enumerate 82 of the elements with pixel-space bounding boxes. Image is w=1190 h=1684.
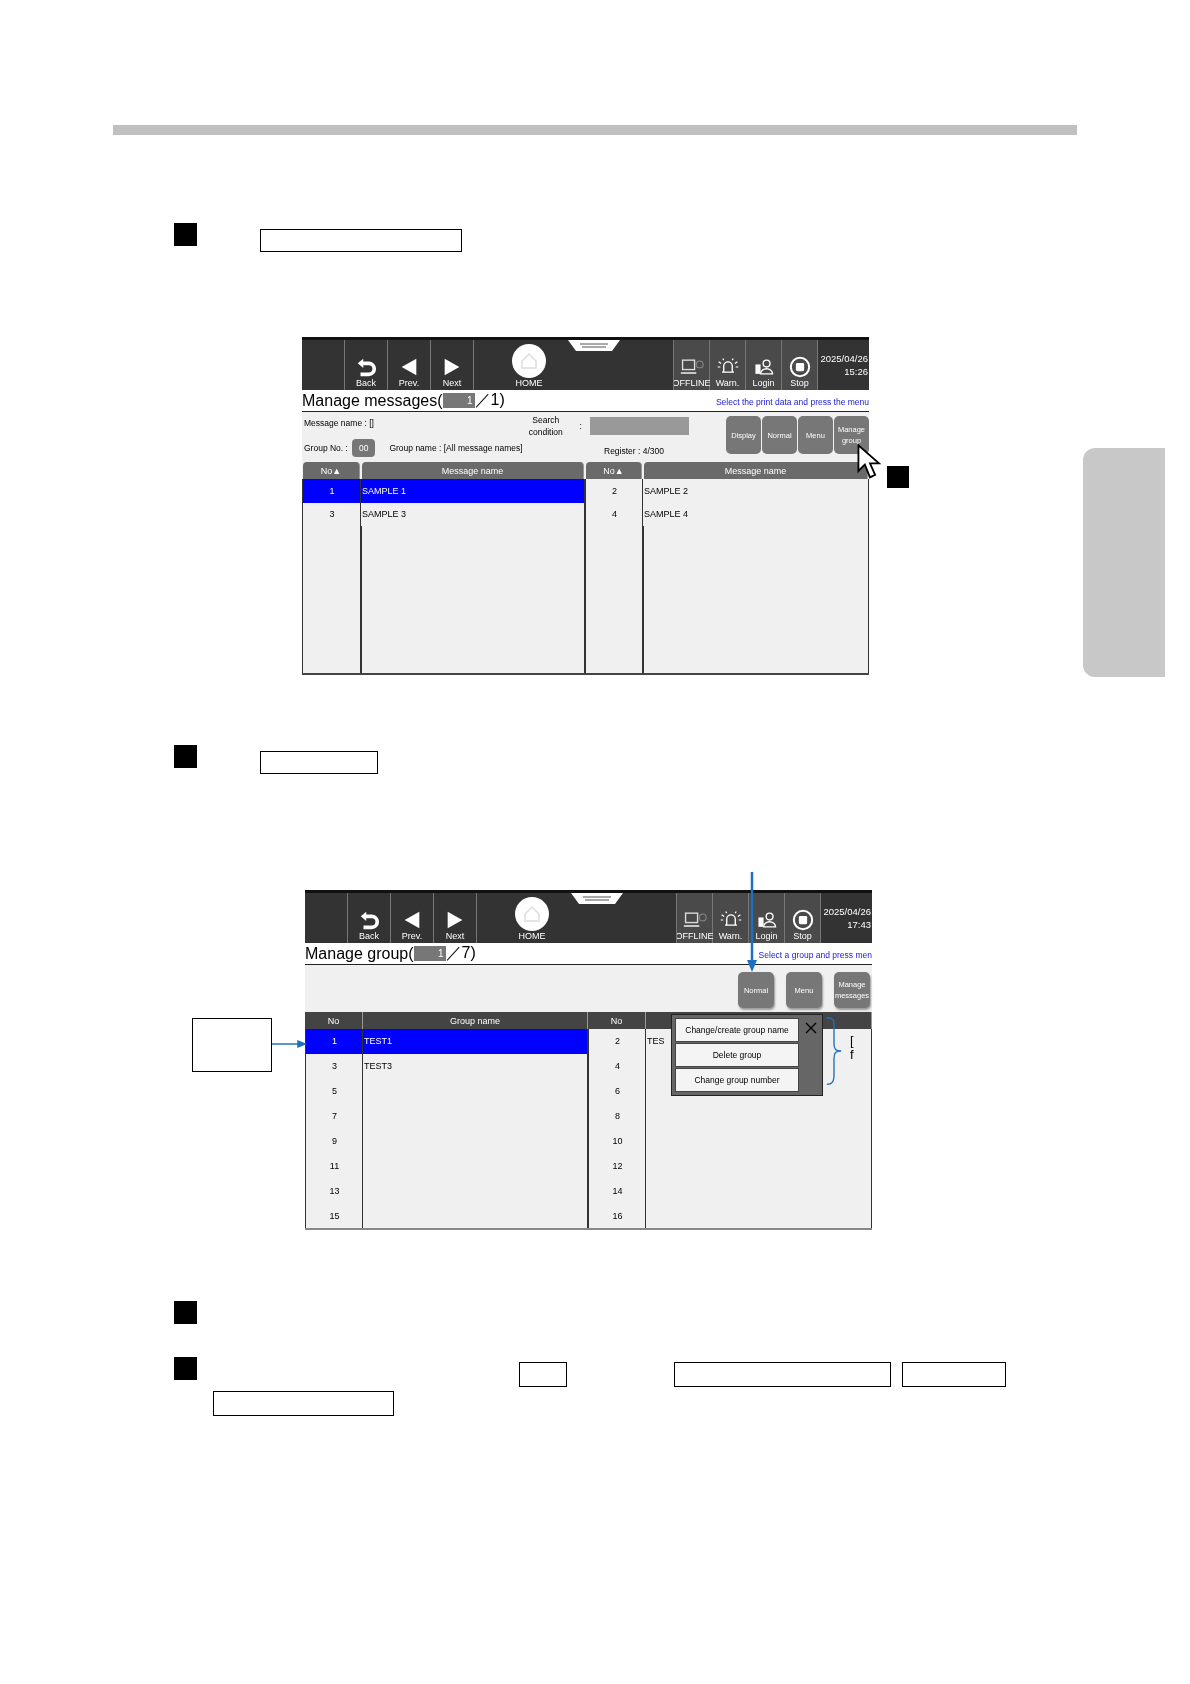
home-button[interactable]: HOME <box>515 893 549 943</box>
right-arrow-icon <box>272 1039 307 1049</box>
blank-label-box <box>519 1362 567 1387</box>
pointer-cursor-icon <box>857 444 883 480</box>
popup-menu-item[interactable]: Delete group <box>675 1043 799 1067</box>
message-name-text: Message name : [] <box>304 417 374 428</box>
pull-tab-icon[interactable] <box>571 893 623 905</box>
hint-text: Select a group and press men <box>758 950 872 962</box>
popup-menu-item[interactable]: Change group number <box>675 1068 799 1092</box>
column-header[interactable]: Group name <box>363 1012 588 1029</box>
status-button[interactable]: Warn. <box>710 340 746 390</box>
close-icon[interactable] <box>805 1022 817 1034</box>
row-number-cell[interactable]: 3 <box>302 502 361 527</box>
status-button[interactable]: Login <box>746 340 782 390</box>
date-text: 2025/04/26 <box>820 352 868 365</box>
screen-title: Manage group( <box>305 944 414 963</box>
status-button[interactable]: Stop <box>782 340 818 390</box>
home-icon <box>515 897 549 931</box>
row-number-cell[interactable]: 3 <box>305 1053 363 1079</box>
row-number-cell[interactable]: 4 <box>585 502 643 527</box>
row-number-cell[interactable]: 12 <box>588 1153 646 1179</box>
group-name-text: Group name : [All message names] <box>389 442 523 453</box>
search-field[interactable] <box>589 417 689 435</box>
column-header[interactable]: No <box>588 1012 646 1029</box>
page-field[interactable]: 1 <box>442 393 475 408</box>
row-name-cell[interactable]: SAMPLE 2 <box>643 479 869 503</box>
hint-text: Select the print data and press the menu <box>715 397 869 409</box>
row-number-cell[interactable]: 16 <box>588 1203 646 1228</box>
down-arrow-icon <box>747 872 757 972</box>
row-number-cell[interactable]: 15 <box>305 1203 363 1228</box>
row-number-cell[interactable]: 6 <box>588 1078 646 1104</box>
row-number-cell[interactable]: 10 <box>588 1128 646 1154</box>
date-text: 2025/04/26 <box>823 905 871 918</box>
register-count-text: Register : 4/300 <box>604 446 665 458</box>
row-number-cell[interactable]: 2 <box>588 1029 646 1054</box>
status-button[interactable]: Warn. <box>713 893 749 943</box>
home-icon <box>512 344 546 378</box>
column-header[interactable]: Message name <box>644 462 868 479</box>
group-no-label: Group No. : <box>304 442 348 453</box>
row-number-cell[interactable]: 8 <box>588 1103 646 1129</box>
status-button[interactable]: Login <box>749 893 785 943</box>
popup-menu-item[interactable]: Change/create group name <box>675 1018 799 1042</box>
row-name-cell[interactable]: SAMPLE 3 <box>361 502 585 527</box>
callout-text: [ <box>850 1034 854 1048</box>
pull-tab-icon[interactable] <box>568 340 620 352</box>
row-name-cell[interactable]: TEST1 <box>363 1029 588 1054</box>
time-text: 17:43 <box>847 918 871 931</box>
search-condition-label: Search condition <box>527 414 564 438</box>
row-number-cell[interactable]: 1 <box>302 479 361 503</box>
step-marker <box>174 1357 197 1380</box>
step-marker <box>174 1301 197 1324</box>
callout-text: f <box>850 1048 854 1062</box>
row-number-cell[interactable]: 7 <box>305 1103 363 1129</box>
step-marker <box>174 223 197 246</box>
stop-icon <box>790 909 815 931</box>
column-header[interactable]: Message name <box>362 462 584 479</box>
step-marker <box>887 466 909 488</box>
page-total: ／7) <box>445 943 476 963</box>
stop-icon <box>787 356 812 378</box>
screen-title: Manage messages( <box>302 391 443 410</box>
row-name-cell[interactable]: SAMPLE 1 <box>361 479 585 503</box>
page-field[interactable]: 1 <box>413 946 446 961</box>
column-header[interactable]: No <box>305 1012 363 1029</box>
column-header[interactable]: No▲ <box>586 462 642 479</box>
row-number-cell[interactable]: 2 <box>585 479 643 503</box>
row-number-cell[interactable]: 5 <box>305 1078 363 1104</box>
page-total: ／1) <box>474 390 505 410</box>
status-button[interactable]: Stop <box>785 893 821 943</box>
row-number-cell[interactable]: 14 <box>588 1178 646 1204</box>
row-number-cell[interactable]: 9 <box>305 1128 363 1154</box>
row-number-cell[interactable]: 11 <box>305 1153 363 1179</box>
column-header[interactable]: No▲ <box>303 462 360 479</box>
group-number-button[interactable]: 00 <box>351 438 376 457</box>
row-number-cell[interactable]: 1 <box>305 1029 363 1054</box>
row-name-cell[interactable]: TEST3 <box>363 1053 588 1079</box>
row-number-cell[interactable]: 13 <box>305 1178 363 1204</box>
step-marker <box>174 745 197 768</box>
home-button[interactable]: HOME <box>512 340 546 390</box>
time-text: 15:26 <box>844 365 868 378</box>
row-name-cell[interactable]: SAMPLE 4 <box>643 502 869 527</box>
row-number-cell[interactable]: 4 <box>588 1053 646 1079</box>
colon-text: : <box>579 421 582 431</box>
